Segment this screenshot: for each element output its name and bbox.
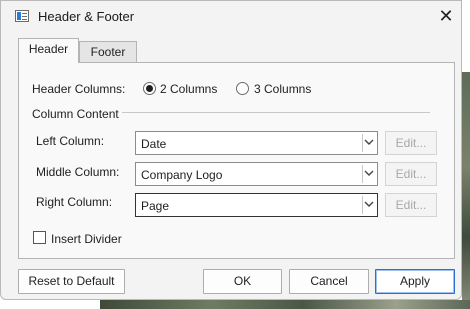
close-icon: ✕ <box>438 6 454 26</box>
dialog-title: Header & Footer <box>38 9 135 24</box>
left-column-edit-button[interactable]: Edit... <box>385 131 437 155</box>
middle-column-select[interactable]: Company Logo <box>135 162 378 186</box>
column-content-group-label: Column Content <box>32 107 119 121</box>
close-button[interactable]: ✕ <box>431 5 461 29</box>
chevron-down-icon[interactable] <box>362 196 375 214</box>
right-column-value: Page <box>141 199 170 213</box>
background-photo <box>462 72 470 309</box>
header-footer-dialog: Header & Footer ✕ Header Footer Header C… <box>0 0 462 300</box>
left-column-select[interactable]: Date <box>135 131 378 155</box>
group-divider-line <box>122 112 430 113</box>
left-column-value: Date <box>141 137 167 151</box>
cancel-button[interactable]: Cancel <box>289 269 369 294</box>
radio-2-columns-label[interactable]: 2 Columns <box>160 82 217 96</box>
chevron-down-icon[interactable] <box>362 134 375 152</box>
radio-2-columns[interactable] <box>143 82 156 95</box>
ok-button[interactable]: OK <box>203 269 282 294</box>
dialog-app-icon <box>15 10 29 22</box>
insert-divider-label[interactable]: Insert Divider <box>51 232 122 246</box>
middle-column-value: Company Logo <box>141 168 223 182</box>
header-columns-label: Header Columns: <box>32 82 126 96</box>
reset-to-default-button[interactable]: Reset to Default <box>18 269 125 294</box>
right-column-select[interactable]: Page <box>135 193 378 217</box>
right-column-edit-button[interactable]: Edit... <box>385 193 437 217</box>
middle-column-label: Middle Column: <box>36 165 120 179</box>
radio-3-columns[interactable] <box>236 82 249 95</box>
apply-button[interactable]: Apply <box>375 269 455 294</box>
chevron-down-icon[interactable] <box>362 165 375 183</box>
title-bar[interactable]: Header & Footer ✕ <box>1 1 461 33</box>
radio-3-columns-label[interactable]: 3 Columns <box>254 82 311 96</box>
background-photo-bottom <box>100 300 470 309</box>
left-column-label: Left Column: <box>36 134 105 148</box>
tab-footer[interactable]: Footer <box>79 41 137 63</box>
tab-header[interactable]: Header <box>18 38 79 63</box>
middle-column-edit-button[interactable]: Edit... <box>385 162 437 186</box>
insert-divider-checkbox[interactable] <box>33 231 46 244</box>
right-column-label: Right Column: <box>36 195 113 209</box>
